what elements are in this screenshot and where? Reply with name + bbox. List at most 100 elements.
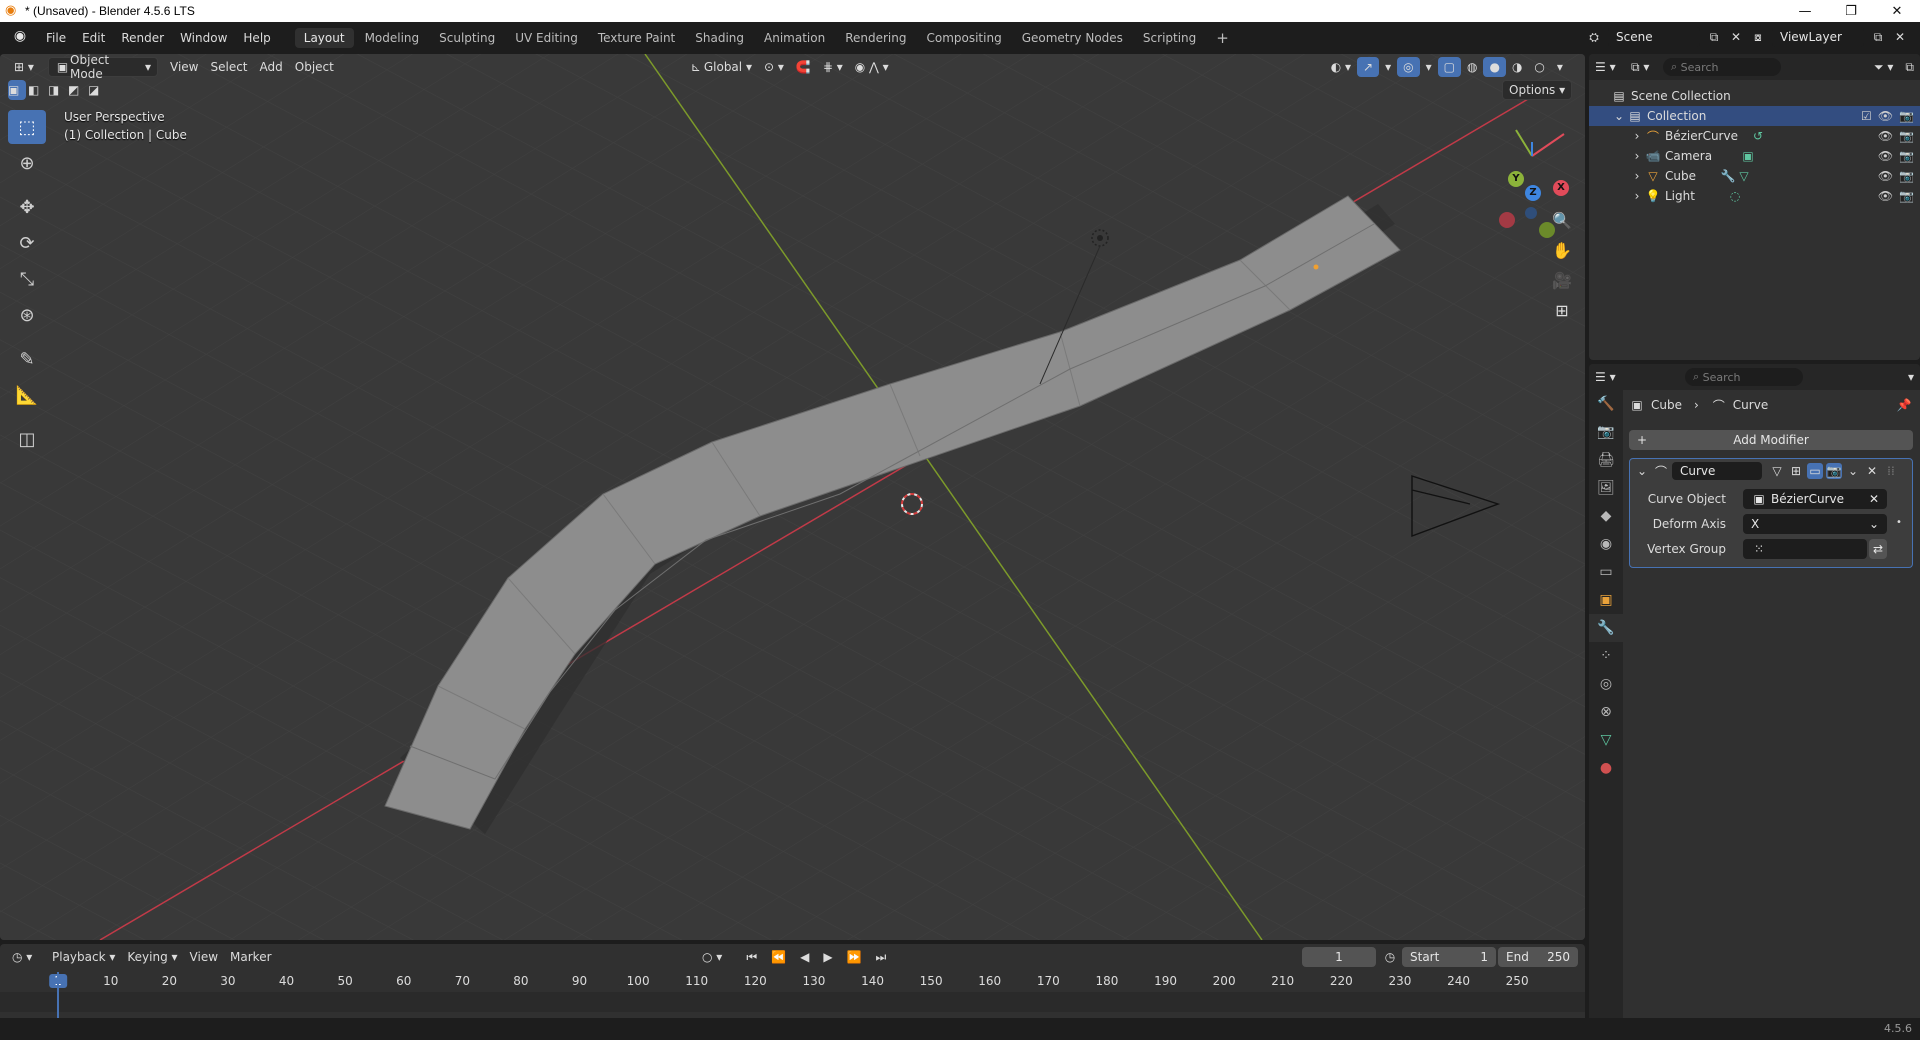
light-data-icon[interactable]: ◌ xyxy=(1727,188,1743,204)
tab-rendering[interactable]: Rendering xyxy=(836,28,915,48)
3d-viewport[interactable]: ⊞ ▾ ▣ Object Mode ▾ View Select Add Obje… xyxy=(0,54,1585,940)
select-new-icon[interactable]: ▣ xyxy=(8,80,26,100)
auto-keying-icon[interactable]: ○ ▾ xyxy=(696,947,728,967)
data-tab-icon[interactable]: ▽ xyxy=(1589,726,1623,754)
scene-name-field[interactable]: Scene xyxy=(1608,27,1700,47)
menu-window[interactable]: Window xyxy=(172,28,235,48)
cube-visibility-icon[interactable]: 👁 xyxy=(1878,169,1893,183)
modifier-wrench-icon[interactable]: 🔧 xyxy=(1720,168,1736,184)
tab-sculpting[interactable]: Sculpting xyxy=(430,28,504,48)
add-modifier-button[interactable]: + Add Modifier xyxy=(1629,430,1913,450)
outliner-item-camera[interactable]: › 📹 Camera ▣ 👁 📷 xyxy=(1589,146,1920,166)
overlays-dropdown-icon[interactable]: ▾ xyxy=(1420,57,1438,77)
snap-icon[interactable]: 🧲 xyxy=(790,57,817,77)
collapse-arrow-icon[interactable]: ⌄ xyxy=(1611,108,1627,124)
transform-tool-icon[interactable]: ⊛ xyxy=(8,298,46,332)
light-visibility-icon[interactable]: 👁 xyxy=(1878,189,1893,203)
pin-icon[interactable]: 📌 xyxy=(1896,397,1912,413)
physics-tab-icon[interactable]: ◎ xyxy=(1589,670,1623,698)
remove-view-layer-icon[interactable]: ✕ xyxy=(1892,29,1908,45)
camera-data-icon[interactable]: ▣ xyxy=(1740,148,1756,164)
camera-view-icon[interactable]: 🎥 xyxy=(1548,266,1576,294)
xray-toggle-icon[interactable]: ▢ xyxy=(1437,57,1461,77)
timeline-editor-type-icon[interactable]: ◷ ▾ xyxy=(6,947,42,967)
collection-checkbox-icon[interactable]: ☑ xyxy=(1861,109,1872,123)
rendered-shading-icon[interactable]: ○ xyxy=(1528,57,1550,77)
editor-type-icon[interactable]: ⊞ ▾ xyxy=(8,57,48,77)
collection-tab-icon[interactable]: ▭ xyxy=(1589,558,1623,586)
blender-logo-icon[interactable]: ◉ xyxy=(8,28,32,48)
select-box-tool-icon[interactable]: ⬚ xyxy=(8,110,46,144)
menu-view[interactable]: View xyxy=(164,57,204,77)
outliner-search-input[interactable]: ⌕ Search xyxy=(1663,58,1781,76)
tool-tab-icon[interactable]: 🔨 xyxy=(1589,390,1623,418)
expand-arrow-icon[interactable]: › xyxy=(1629,148,1645,164)
preview-range-icon[interactable]: ◷ xyxy=(1382,949,1398,965)
new-scene-icon[interactable]: ⧉ xyxy=(1706,29,1722,45)
world-tab-icon[interactable]: ◉ xyxy=(1589,530,1623,558)
beziercurve-render-icon[interactable]: 📷 xyxy=(1899,129,1914,143)
select-invert-icon[interactable]: ◩ xyxy=(68,80,86,100)
gizmo-toggle-icon[interactable]: ↗ xyxy=(1357,57,1380,77)
material-shading-icon[interactable]: ◑ xyxy=(1506,57,1528,77)
pan-view-icon[interactable]: ✋ xyxy=(1548,236,1576,264)
ortho-toggle-icon[interactable]: ⊞ xyxy=(1548,296,1576,324)
collection-visibility-icon[interactable]: 👁 xyxy=(1878,109,1893,123)
menu-help[interactable]: Help xyxy=(235,28,278,48)
mesh-data-icon[interactable]: ▽ xyxy=(1736,168,1752,184)
transform-orientation-dropdown[interactable]: ⊾ Global ▾ xyxy=(682,57,758,77)
output-tab-icon[interactable]: 🖨 xyxy=(1589,446,1623,474)
properties-search-input[interactable]: ⌕ Search xyxy=(1685,368,1803,386)
expand-arrow-icon[interactable]: › xyxy=(1629,128,1645,144)
jump-end-icon[interactable]: ⏭ xyxy=(870,947,893,967)
scene-icon[interactable]: ⛭ xyxy=(1586,29,1602,45)
overlays-toggle-icon[interactable]: ◎ xyxy=(1397,57,1420,77)
curve-object-field[interactable]: ▣ BézierCurve ✕ xyxy=(1743,489,1887,509)
object-tab-icon[interactable]: ▣ xyxy=(1589,586,1623,614)
next-keyframe-icon[interactable]: ⏩ xyxy=(841,947,868,967)
cursor-tool-icon[interactable]: ⊕ xyxy=(8,146,46,180)
select-intersect-icon[interactable]: ◪ xyxy=(88,80,106,100)
invert-vertex-group-icon[interactable]: ⇄ xyxy=(1869,539,1887,559)
gizmo-y-axis[interactable]: Y xyxy=(1508,171,1524,187)
timeline-track[interactable] xyxy=(0,992,1585,1012)
add-workspace-icon[interactable]: + xyxy=(1207,26,1238,50)
collection-render-icon[interactable]: 📷 xyxy=(1899,109,1914,123)
outliner-item-beziercurve[interactable]: › ⌒ BézierCurve ↺ 👁 📷 xyxy=(1589,126,1920,146)
view-layer-tab-icon[interactable]: 🖼 xyxy=(1589,474,1623,502)
expand-arrow-icon[interactable]: › xyxy=(1629,188,1645,204)
beziercurve-visibility-icon[interactable]: 👁 xyxy=(1878,129,1893,143)
outliner-item-cube[interactable]: › ▽ Cube 🔧 ▽ 👁 📷 xyxy=(1589,166,1920,186)
proportional-edit-icon[interactable]: ◉ ⋀ ▾ xyxy=(849,57,895,77)
properties-editor-type-icon[interactable]: ☰ ▾ xyxy=(1589,367,1625,387)
menu-select[interactable]: Select xyxy=(204,57,253,77)
tab-scripting[interactable]: Scripting xyxy=(1134,28,1205,48)
keyframe-dot-icon[interactable]: • xyxy=(1896,517,1902,528)
menu-render[interactable]: Render xyxy=(113,28,172,48)
menu-marker[interactable]: Marker xyxy=(224,947,277,967)
solid-shading-icon[interactable]: ● xyxy=(1483,57,1506,77)
snap-target-icon[interactable]: ⋕ ▾ xyxy=(817,57,849,77)
menu-add[interactable]: Add xyxy=(254,57,289,77)
mode-dropdown[interactable]: ▣ Object Mode ▾ xyxy=(48,54,158,81)
modifier-tab-icon[interactable]: 🔧 xyxy=(1589,614,1623,642)
new-collection-icon[interactable]: ⧉ xyxy=(1899,57,1920,77)
options-dropdown[interactable]: Options ▾ xyxy=(1502,80,1573,100)
camera-render-icon[interactable]: 📷 xyxy=(1899,149,1914,163)
prev-keyframe-icon[interactable]: ⏪ xyxy=(765,947,792,967)
scale-tool-icon[interactable]: ⤡ xyxy=(8,262,46,296)
modifier-name-field[interactable]: Curve xyxy=(1672,462,1762,480)
end-frame-field[interactable]: End 250 xyxy=(1498,947,1578,967)
play-icon[interactable]: ▶ xyxy=(817,947,838,967)
tab-modeling[interactable]: Modeling xyxy=(356,28,429,48)
gizmo-neg-z-axis[interactable] xyxy=(1525,207,1537,219)
rotate-tool-icon[interactable]: ⟳ xyxy=(8,226,46,260)
remove-modifier-icon[interactable]: ✕ xyxy=(1864,463,1880,479)
gizmo-dropdown-icon[interactable]: ▾ xyxy=(1379,57,1397,77)
edit-mode-toggle-icon[interactable]: ▽ xyxy=(1769,463,1785,479)
cube-render-icon[interactable]: 📷 xyxy=(1899,169,1914,183)
viewport-display-toggle-icon[interactable]: ▭ xyxy=(1807,463,1823,479)
expand-arrow-icon[interactable]: › xyxy=(1629,168,1645,184)
gizmo-x-axis[interactable]: X xyxy=(1553,180,1569,196)
measure-tool-icon[interactable]: 📐 xyxy=(8,378,46,412)
